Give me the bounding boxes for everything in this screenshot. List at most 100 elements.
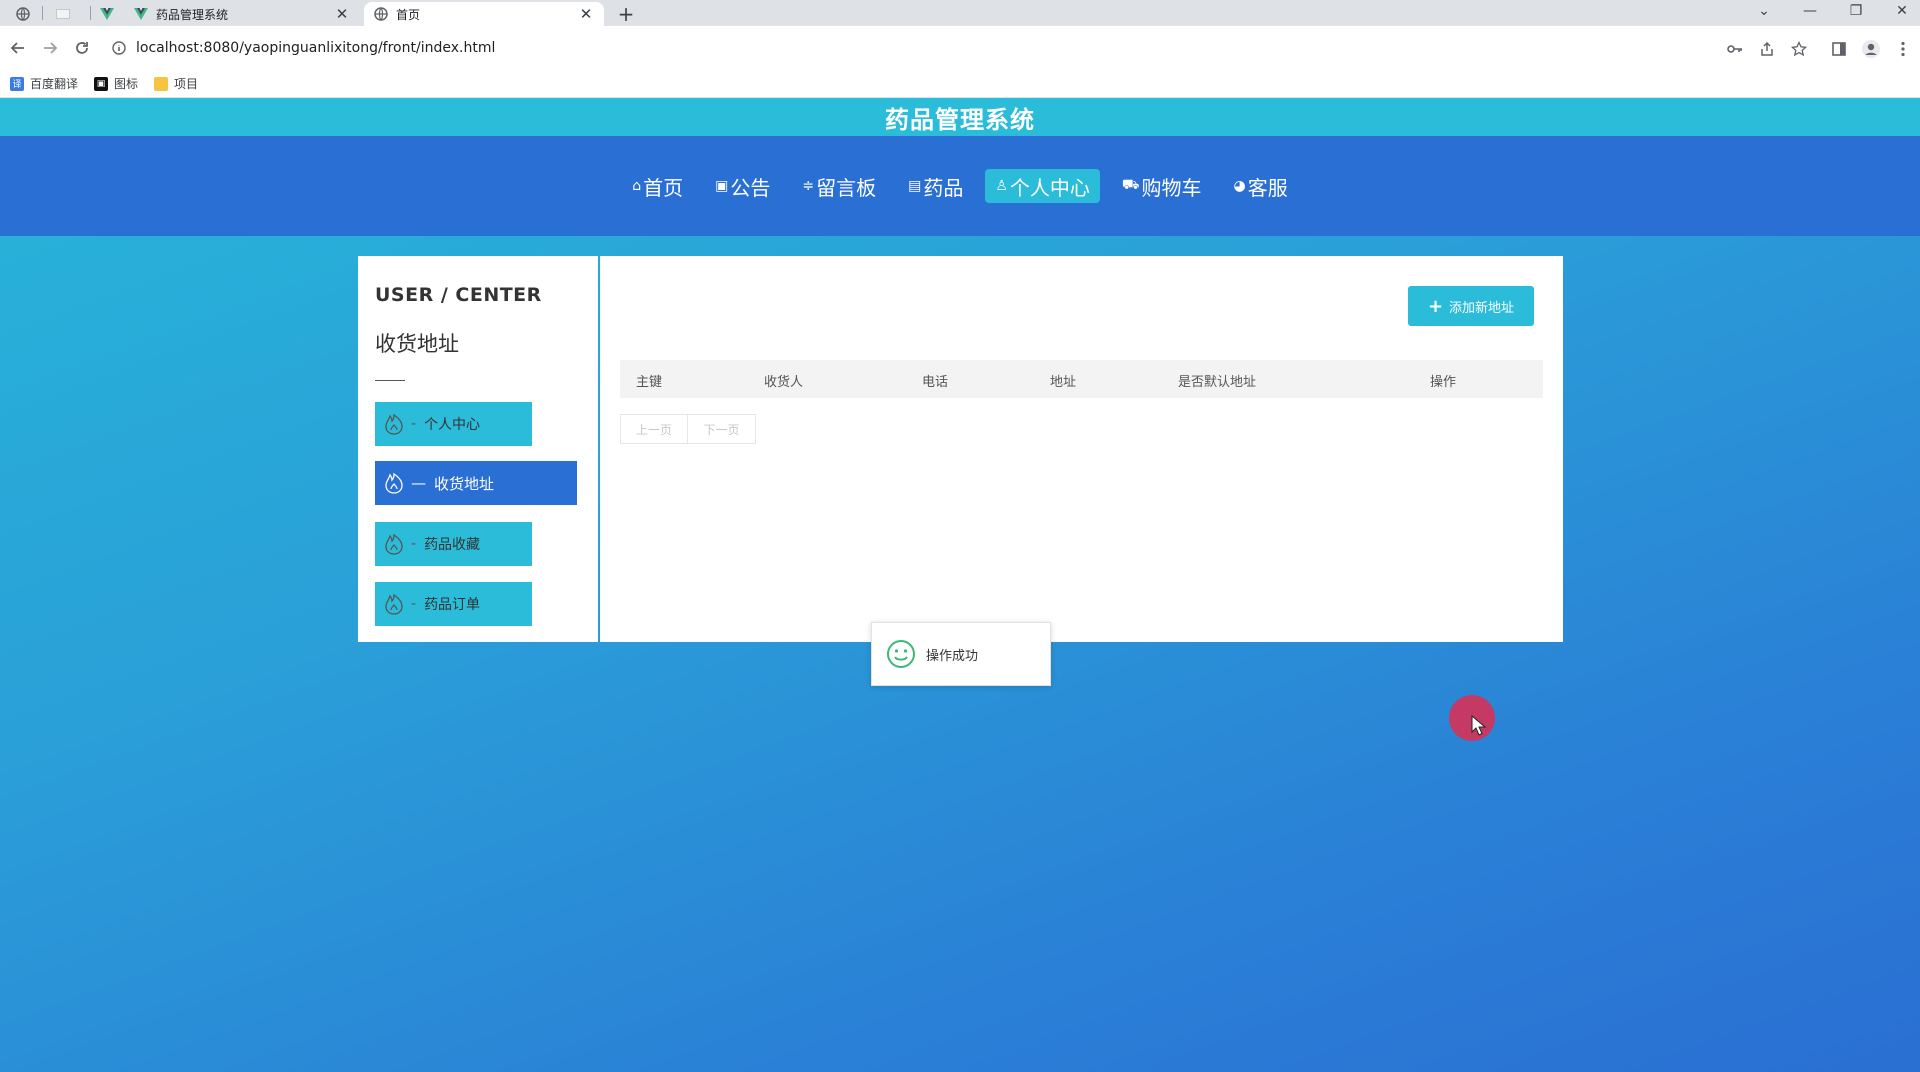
tab-search-dropdown-icon[interactable]: ⌄ bbox=[1744, 0, 1784, 22]
success-toast: 操作成功 bbox=[871, 622, 1051, 686]
cart-icon: ⛟ bbox=[1121, 177, 1140, 193]
address-table-header: 主键 收货人 电话 地址 是否默认地址 操作 bbox=[620, 360, 1543, 398]
tab-title: 药品管理系统 bbox=[156, 7, 229, 22]
bookmark-label: 图标 bbox=[114, 77, 139, 91]
address-content-panel: + 添加新地址 主键 收货人 电话 地址 是否默认地址 操作 上一页 下一页 bbox=[600, 256, 1563, 642]
back-button[interactable] bbox=[4, 34, 32, 62]
bookmark-label: 项目 bbox=[174, 77, 199, 91]
service-icon: ◕ bbox=[1233, 178, 1246, 194]
column-header-phone: 电话 bbox=[922, 375, 949, 390]
flame-icon bbox=[383, 471, 405, 495]
nav-medicine[interactable]: ▤ 药品 bbox=[898, 169, 973, 203]
vue-logo-icon bbox=[100, 8, 114, 20]
nav-label: 首页 bbox=[643, 175, 684, 200]
browser-menu-icon[interactable] bbox=[1892, 38, 1914, 60]
nav-label: 客服 bbox=[1247, 175, 1288, 200]
bookmark-star-icon[interactable] bbox=[1788, 38, 1810, 60]
close-window-button[interactable]: ✕ bbox=[1882, 0, 1920, 22]
browser-tab-strip: 药品管理系统 ✕ 首页 ✕ + ⌄ — ❐ ✕ bbox=[0, 0, 1920, 26]
menu-label: 个人中心 bbox=[424, 417, 481, 433]
divider bbox=[375, 380, 405, 381]
home-icon: ⌂ bbox=[632, 178, 642, 194]
vue-logo-icon bbox=[134, 8, 148, 20]
prev-page-button[interactable]: 上一页 bbox=[620, 414, 688, 444]
site-title: 药品管理系统 bbox=[885, 105, 1035, 134]
pinned-tab-globe[interactable] bbox=[10, 2, 36, 26]
address-toolbar: localhost:8080/yaopinguanlixitong/front/… bbox=[0, 26, 1920, 70]
tab-close-icon[interactable]: ✕ bbox=[334, 5, 350, 23]
add-address-button[interactable]: + 添加新地址 bbox=[1408, 286, 1534, 326]
pinned-tab-blank[interactable] bbox=[50, 2, 76, 26]
new-tab-button[interactable]: + bbox=[614, 2, 638, 26]
menu-item-shipping-address[interactable]: — 收货地址 bbox=[375, 461, 577, 505]
nav-user-center[interactable]: ♙ 个人中心 bbox=[985, 169, 1100, 203]
pinned-tab-vue[interactable] bbox=[94, 2, 120, 26]
globe-icon bbox=[374, 7, 388, 21]
nav-label: 留言板 bbox=[816, 175, 877, 200]
bookmark-project-folder[interactable]: 项目 bbox=[154, 75, 198, 92]
next-page-button[interactable]: 下一页 bbox=[688, 414, 756, 444]
flame-icon bbox=[383, 412, 405, 436]
forward-button[interactable] bbox=[36, 34, 64, 62]
nav-notice[interactable]: ▣ 公告 bbox=[705, 169, 780, 203]
menu-item-medicine-favorites[interactable]: - 药品收藏 bbox=[375, 522, 532, 566]
tab-yaopin-system[interactable]: 药品管理系统 ✕ bbox=[124, 2, 360, 26]
side-panel-icon[interactable] bbox=[1828, 38, 1850, 60]
nav-customer-service[interactable]: ◕ 客服 bbox=[1224, 169, 1298, 203]
column-header-address: 地址 bbox=[1050, 375, 1077, 390]
menu-item-personal-center[interactable]: - 个人中心 bbox=[375, 402, 532, 446]
profile-avatar-icon[interactable] bbox=[1860, 38, 1882, 60]
column-header-id: 主键 bbox=[636, 375, 663, 390]
medicine-icon: ▤ bbox=[908, 178, 922, 194]
tab-close-icon[interactable]: ✕ bbox=[578, 5, 594, 23]
column-header-is-default: 是否默认地址 bbox=[1178, 375, 1257, 390]
site-header: 药品管理系统 bbox=[0, 98, 1920, 136]
nav-label: 个人中心 bbox=[1009, 175, 1090, 200]
share-icon[interactable] bbox=[1756, 38, 1778, 60]
tab-title: 首页 bbox=[396, 7, 421, 22]
address-bar[interactable]: localhost:8080/yaopinguanlixitong/front/… bbox=[108, 31, 1898, 65]
menu-item-medicine-orders[interactable]: - 药品订单 bbox=[375, 582, 532, 626]
mouse-pointer-icon bbox=[1471, 715, 1487, 736]
url-text: localhost:8080/yaopinguanlixitong/front/… bbox=[136, 40, 496, 56]
reload-icon bbox=[76, 42, 88, 54]
minimize-button[interactable]: — bbox=[1790, 0, 1830, 22]
bookmark-icons[interactable]: ▣ 图标 bbox=[94, 75, 138, 92]
image-icon: ▣ bbox=[94, 76, 109, 91]
bookmark-label: 百度翻译 bbox=[30, 77, 79, 91]
smile-icon bbox=[887, 640, 915, 668]
nav-label: 购物车 bbox=[1141, 175, 1202, 200]
restore-button[interactable]: ❐ bbox=[1836, 0, 1876, 22]
nav-message-board[interactable]: ≑ 留言板 bbox=[792, 169, 886, 203]
flame-icon bbox=[383, 592, 405, 616]
add-address-label: 添加新地址 bbox=[1449, 300, 1515, 316]
reload-button[interactable] bbox=[68, 34, 96, 62]
menu-label: 药品订单 bbox=[424, 597, 481, 613]
message-icon: ≑ bbox=[802, 178, 815, 194]
translate-icon: 译 bbox=[10, 76, 24, 91]
page-background: 药品管理系统 ⌂ 首页 ▣ 公告 ≑ 留言板 ▤ 药品 ♙ 个人中心 ⛟ 购物车… bbox=[0, 98, 1920, 1072]
arrow-left-icon bbox=[10, 42, 24, 54]
bookmarks-bar: 译 百度翻译 ▣ 图标 项目 bbox=[0, 70, 1920, 98]
tab-home-active[interactable]: 首页 ✕ bbox=[364, 2, 604, 26]
flame-icon bbox=[383, 532, 405, 556]
nav-label: 公告 bbox=[730, 175, 771, 200]
plus-icon: + bbox=[1427, 295, 1444, 317]
menu-label: 收货地址 bbox=[434, 474, 495, 493]
site-info-icon[interactable] bbox=[108, 37, 130, 59]
notice-icon: ▣ bbox=[715, 178, 729, 194]
folder-icon bbox=[154, 76, 169, 91]
column-header-receiver: 收货人 bbox=[764, 375, 804, 390]
arrow-right-icon bbox=[44, 42, 58, 54]
nav-home[interactable]: ⌂ 首页 bbox=[622, 169, 693, 203]
column-header-actions: 操作 bbox=[1430, 375, 1457, 390]
nav-cart[interactable]: ⛟ 购物车 bbox=[1112, 169, 1212, 203]
bookmark-baidu-translate[interactable]: 译 百度翻译 bbox=[10, 75, 78, 92]
user-icon: ♙ bbox=[995, 178, 1008, 194]
user-center-sidebar: USER / CENTER 收货地址 - 个人中心 — 收货地址 - 药品收藏 bbox=[358, 256, 598, 642]
nav-label: 药品 bbox=[923, 175, 964, 200]
menu-label: 药品收藏 bbox=[424, 537, 481, 553]
user-center-title: USER / CENTER bbox=[375, 284, 542, 306]
page-icon bbox=[56, 9, 70, 19]
password-key-icon[interactable] bbox=[1724, 38, 1746, 60]
